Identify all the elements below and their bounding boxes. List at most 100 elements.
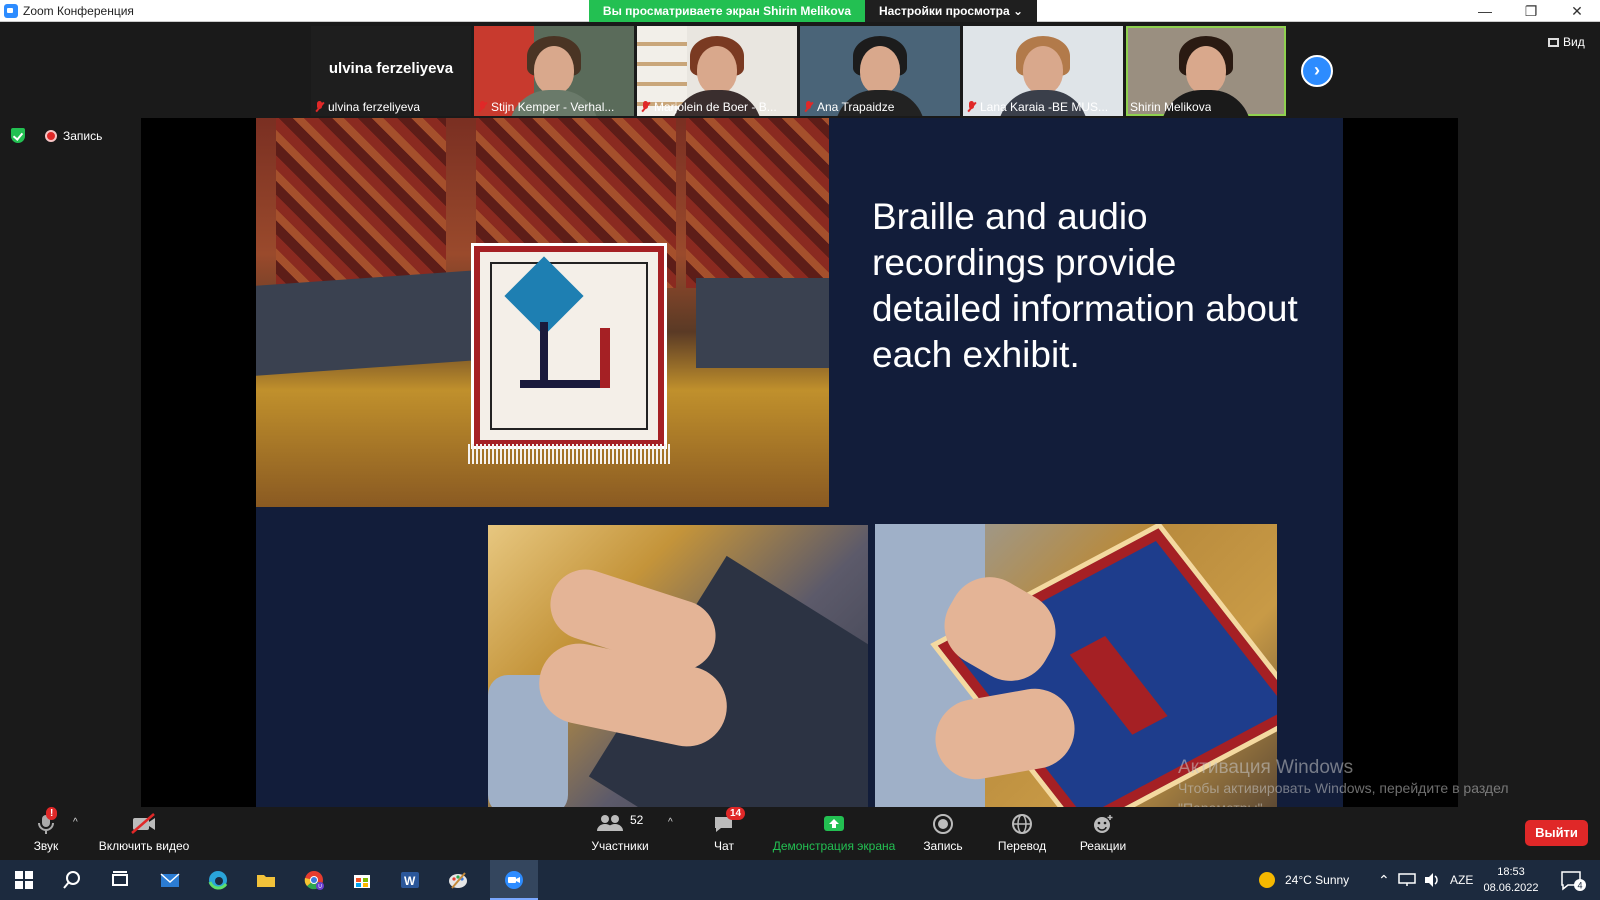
- participant-tile[interactable]: Marjolein de Boer - B...: [637, 26, 797, 116]
- mic-muted-icon: [804, 101, 813, 113]
- participant-tile-active[interactable]: Shirin Melikova: [1126, 26, 1286, 116]
- svg-text:U: U: [318, 884, 322, 890]
- participant-face: [1023, 46, 1063, 94]
- share-banner: Вы просматриваете экран Shirin Melikova: [589, 0, 865, 22]
- participant-tile[interactable]: Stijn Kemper - Verhal...: [474, 26, 634, 116]
- participants-icon: 52: [597, 813, 644, 831]
- windows-taskbar: U W 24°C Sunny ⌃ AZE 18:53 08.06.2022 4: [0, 860, 1600, 900]
- svg-text:W: W: [404, 874, 416, 888]
- chrome-app[interactable]: U: [290, 860, 338, 900]
- chat-badge: 14: [726, 807, 746, 820]
- restore-button[interactable]: ❐: [1508, 0, 1554, 22]
- participant-name: Lana Karaia -BE MUS...: [980, 100, 1109, 114]
- participant-name: Ana Trapaidze: [817, 100, 895, 114]
- participant-face: [860, 46, 900, 94]
- emoji-plus-icon: [1094, 815, 1113, 833]
- store-app[interactable]: [338, 860, 386, 900]
- leave-button[interactable]: Выйти: [1525, 820, 1588, 846]
- record-button[interactable]: Запись: [920, 813, 966, 853]
- view-settings-button[interactable]: Настройки просмотра ⌄: [865, 0, 1037, 22]
- mic-muted-icon: [641, 101, 650, 113]
- participant-name: Stijn Kemper - Verhal...: [491, 100, 615, 114]
- reactions-button[interactable]: Реакции: [1078, 813, 1128, 853]
- audio-button[interactable]: ! Звук: [30, 807, 62, 853]
- participant-face: [697, 46, 737, 94]
- record-dot-icon: [45, 129, 57, 142]
- svg-text:4: 4: [1578, 881, 1583, 891]
- volume-icon[interactable]: [1423, 872, 1441, 888]
- file-explorer-app[interactable]: [242, 860, 290, 900]
- mic-muted-icon: [967, 101, 976, 113]
- weather-text[interactable]: 24°C Sunny: [1285, 860, 1349, 900]
- translate-button[interactable]: Перевод: [996, 813, 1048, 853]
- start-button[interactable]: [0, 860, 48, 900]
- view-button[interactable]: Вид: [1548, 35, 1585, 49]
- weather-sun-icon: [1259, 872, 1275, 888]
- notification-center-icon[interactable]: 4: [1560, 870, 1588, 892]
- audio-alert-badge: !: [46, 807, 58, 820]
- mic-muted-icon: [478, 101, 487, 113]
- window-title: Zoom Конференция: [23, 4, 134, 18]
- windows-logo-icon: [15, 871, 33, 889]
- presentation-slide: Braille and audio recordings provide det…: [256, 118, 1343, 807]
- paint-app[interactable]: [434, 860, 482, 900]
- participant-name: ulvina ferzeliyeva: [328, 100, 421, 114]
- share-screen-icon: [824, 816, 844, 831]
- zoom-app-icon: [4, 4, 18, 18]
- zoom-taskbar-app[interactable]: [490, 860, 538, 900]
- participant-tile[interactable]: Ana Trapaidze: [800, 26, 960, 116]
- meeting-status: Запись: [11, 128, 102, 143]
- participant-name: Marjolein de Boer - B...: [654, 100, 777, 114]
- search-icon: [63, 871, 80, 889]
- recording-label: Запись: [63, 128, 103, 143]
- task-view-icon: [112, 871, 128, 886]
- participant-face: [534, 46, 574, 94]
- zoom-video-icon: [505, 871, 523, 889]
- start-video-button[interactable]: Включить видео: [96, 813, 192, 853]
- meeting-area: ulvina ferzeliyeva ulvina ferzeliyeva St…: [0, 22, 1600, 816]
- slide-heading: Braille and audio recordings provide det…: [872, 196, 1298, 375]
- mic-muted-icon: [315, 101, 324, 113]
- video-off-icon: [131, 813, 155, 834]
- participant-face: [1186, 46, 1226, 94]
- minimize-button[interactable]: —: [1462, 0, 1508, 22]
- participant-tile[interactable]: Lana Karaia -BE MUS...: [963, 26, 1123, 116]
- close-button[interactable]: ✕: [1554, 0, 1600, 22]
- shield-icon[interactable]: [11, 128, 25, 143]
- share-screen-button[interactable]: Демонстрация экрана: [770, 813, 898, 853]
- paint-palette-icon: [449, 872, 467, 889]
- participant-tile[interactable]: ulvina ferzeliyeva ulvina ferzeliyeva: [311, 26, 471, 116]
- participants-button[interactable]: 52 Участники: [588, 813, 652, 853]
- chrome-browser-icon: U: [304, 871, 324, 890]
- braille-reading-photo: [488, 525, 868, 807]
- mail-app[interactable]: [146, 860, 194, 900]
- carpet-exhibit-photo: [256, 118, 829, 507]
- svg-text:52: 52: [630, 813, 644, 827]
- word-icon: W: [401, 872, 419, 888]
- grid-icon: [1548, 37, 1559, 47]
- participants-caret[interactable]: ^: [668, 817, 673, 828]
- rug-exhibit: [471, 243, 667, 449]
- view-label: Вид: [1563, 35, 1585, 49]
- chat-button[interactable]: 14 Чат: [706, 807, 746, 853]
- audio-options-caret[interactable]: ^: [73, 817, 78, 828]
- edge-app[interactable]: [194, 860, 242, 900]
- folder-icon: [257, 875, 275, 887]
- search-taskbar-button[interactable]: [48, 860, 96, 900]
- meeting-toolbar: ! Звук ^ Включить видео 52 Участники ^ 1…: [0, 807, 1600, 860]
- participant-name: Shirin Melikova: [1130, 100, 1212, 114]
- input-language[interactable]: AZE: [1450, 860, 1473, 900]
- globe-icon: [1012, 814, 1032, 834]
- title-bar: Zoom Конференция Вы просматриваете экран…: [0, 0, 1600, 22]
- next-page-button[interactable]: ›: [1301, 55, 1333, 87]
- record-icon: [933, 814, 953, 834]
- word-app[interactable]: W: [386, 860, 434, 900]
- network-icon[interactable]: [1398, 873, 1416, 887]
- participant-big-name: ulvina ferzeliyeva: [328, 60, 454, 77]
- mail-icon: [160, 873, 180, 887]
- shared-screen: Braille and audio recordings provide det…: [141, 118, 1458, 807]
- clock[interactable]: 18:53 08.06.2022: [1480, 864, 1542, 896]
- edge-browser-icon: [208, 871, 228, 890]
- tray-expand-icon[interactable]: ⌃: [1378, 860, 1390, 900]
- task-view-button[interactable]: [96, 860, 144, 900]
